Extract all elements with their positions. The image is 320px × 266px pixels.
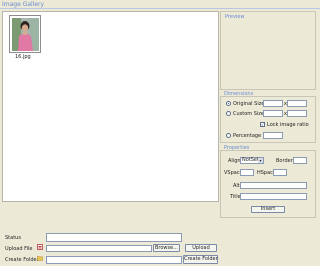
lock-ratio-label: Lock image ratio — [267, 122, 309, 128]
title-field[interactable] — [240, 193, 307, 200]
insert-button[interactable]: Insert — [251, 206, 285, 213]
upload-file-label: Upload File — [5, 246, 33, 252]
create-folder-field[interactable] — [46, 256, 182, 264]
upload-file-field[interactable] — [46, 245, 152, 252]
alt-label: Alt — [233, 183, 240, 189]
image-gallery-area[interactable]: 16.jpg — [2, 11, 219, 202]
upload-button[interactable]: Upload — [185, 244, 217, 252]
percentage-field[interactable] — [263, 132, 283, 139]
preview-panel: Preview — [220, 11, 316, 90]
thumbnail-filename: 16.jpg — [15, 54, 31, 60]
folder-icon — [37, 256, 43, 261]
align-label: Align — [228, 158, 241, 164]
preview-title: Preview — [225, 14, 245, 20]
alt-field[interactable] — [240, 182, 307, 189]
original-size-radio[interactable] — [226, 101, 231, 106]
percentage-label: Percentage — [233, 133, 262, 139]
border-label: Border — [276, 158, 293, 164]
original-size-label: Original Size — [233, 101, 265, 107]
status-label: Status — [5, 235, 21, 241]
lock-ratio-checkbox[interactable]: ✓ — [260, 122, 265, 127]
custom-size-label: Custom Size — [233, 111, 265, 117]
vspace-field[interactable] — [240, 169, 254, 176]
create-folder-button[interactable]: Create Folder — [183, 255, 218, 264]
thumbnail-image — [12, 18, 39, 51]
original-height-field[interactable] — [287, 100, 307, 107]
dimensions-panel: Original Size x Custom Size x ✓ Lock ima… — [220, 96, 316, 143]
percentage-radio[interactable] — [226, 133, 231, 138]
thumbnail-item[interactable] — [9, 15, 41, 53]
title-divider — [0, 8, 320, 9]
custom-size-radio[interactable] — [226, 111, 231, 116]
custom-height-field[interactable] — [287, 110, 307, 117]
border-field[interactable] — [293, 157, 307, 164]
status-field — [46, 233, 182, 242]
align-select-value: NotSet — [242, 157, 259, 163]
hspace-field[interactable] — [273, 169, 287, 176]
browse-button[interactable]: Browse... — [153, 244, 180, 252]
page-title: Image Gallery — [2, 1, 45, 8]
align-select[interactable]: NotSet ▾ — [240, 157, 264, 164]
chevron-down-icon: ▾ — [258, 158, 263, 163]
custom-width-field[interactable] — [263, 110, 283, 117]
original-width-field[interactable] — [263, 100, 283, 107]
create-folder-label: Create Folder — [5, 257, 39, 263]
upload-file-icon — [37, 244, 43, 250]
